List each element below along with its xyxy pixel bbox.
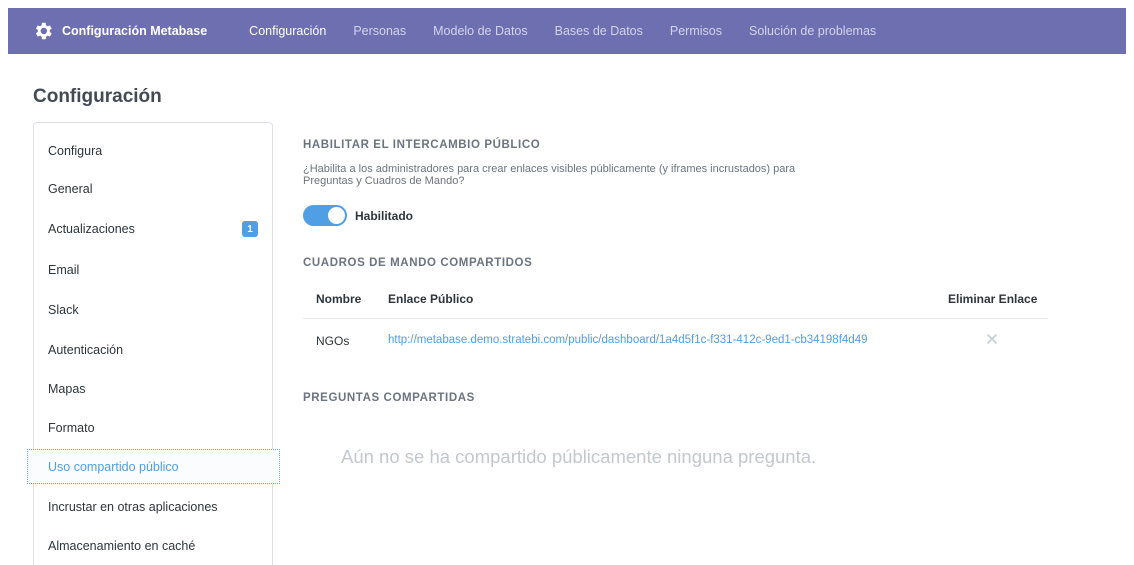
public-sharing-title: HABILITAR EL INTERCAMBIO PÚBLICO xyxy=(303,139,541,151)
sidebar-item-cache[interactable]: Almacenamiento en caché xyxy=(34,528,272,564)
sidebar-item-label: Almacenamiento en caché xyxy=(48,539,196,553)
sidebar-item-mapas[interactable]: Mapas xyxy=(34,371,272,407)
column-header-public-link: Enlace Público xyxy=(388,292,474,306)
public-link[interactable]: http://metabase.demo.stratebi.com/public… xyxy=(388,334,868,346)
page-title: Configuración xyxy=(33,86,162,107)
nav-link-configuracion[interactable]: Configuración xyxy=(249,24,326,38)
empty-state-message: Aún no se ha compartido públicamente nin… xyxy=(341,446,817,467)
sidebar-item-label: Incrustar en otras aplicaciones xyxy=(48,500,218,514)
description-line: ¿Habilita a los administradores para cre… xyxy=(303,163,796,175)
sidebar-item-label: Mapas xyxy=(48,382,86,396)
sidebar-item-general[interactable]: General xyxy=(34,171,272,207)
sidebar-item-label: Autenticación xyxy=(48,343,124,357)
sidebar-item-formato[interactable]: Formato xyxy=(34,410,272,446)
close-icon[interactable] xyxy=(984,330,1000,348)
table-divider xyxy=(303,318,1048,319)
sidebar-item-configura[interactable]: Configura xyxy=(34,133,272,169)
sidebar-item-label: Formato xyxy=(48,421,95,435)
sidebar-item-uso-compartido-publico[interactable]: Uso compartido público xyxy=(27,449,280,484)
public-sharing-toggle-row: Habilitado xyxy=(303,205,413,226)
sidebar-item-incrustar[interactable]: Incrustar en otras aplicaciones xyxy=(34,489,272,525)
nav-link-modelo-de-datos[interactable]: Modelo de Datos xyxy=(433,24,528,38)
sidebar-item-actualizaciones[interactable]: Actualizaciones 1 xyxy=(34,211,272,247)
sidebar-item-label: Uso compartido público xyxy=(48,459,179,474)
public-sharing-description: ¿Habilita a los administradores para cre… xyxy=(303,163,883,187)
sidebar-item-autenticacion[interactable]: Autenticación xyxy=(34,332,272,368)
brand-label: Configuración Metabase xyxy=(62,24,208,38)
brand[interactable]: Configuración Metabase xyxy=(32,20,207,42)
sidebar-item-label: General xyxy=(48,182,93,196)
sidebar-item-label: Slack xyxy=(48,303,79,317)
description-line: Preguntas y Cuadros de Mando? xyxy=(303,175,465,187)
nav-link-permisos[interactable]: Permisos xyxy=(670,24,722,38)
toggle-knob xyxy=(328,207,345,224)
sidebar-item-slack[interactable]: Slack xyxy=(34,292,272,328)
nav-link-solucion-de-problemas[interactable]: Solución de problemas xyxy=(749,24,876,38)
toggle-label: Habilitado xyxy=(355,208,414,223)
sidebar-item-label: Actualizaciones xyxy=(48,222,135,236)
dashboard-name: NGOs xyxy=(316,334,350,348)
nav-link-personas[interactable]: Personas xyxy=(353,24,406,38)
settings-sidebar: Configura General Actualizaciones 1 Emai… xyxy=(27,122,280,565)
column-header-remove-link: Eliminar Enlace xyxy=(948,292,1038,306)
column-header-name: Nombre xyxy=(316,292,362,306)
gear-icon xyxy=(32,20,54,42)
sidebar-item-email[interactable]: Email xyxy=(34,252,272,288)
shared-questions-title: PREGUNTAS COMPARTIDAS xyxy=(303,392,475,404)
sidebar-item-label: Email xyxy=(48,263,80,277)
nav-links: Configuración Personas Modelo de Datos B… xyxy=(249,24,903,38)
top-navigation-bar: Configuración Metabase Configuración Per… xyxy=(8,8,1126,54)
updates-count-badge: 1 xyxy=(242,221,258,237)
shared-dashboards-title: CUADROS DE MANDO COMPARTIDOS xyxy=(303,257,533,269)
public-sharing-toggle[interactable] xyxy=(303,205,347,226)
nav-link-bases-de-datos[interactable]: Bases de Datos xyxy=(555,24,643,38)
sidebar-item-label: Configura xyxy=(48,144,103,158)
